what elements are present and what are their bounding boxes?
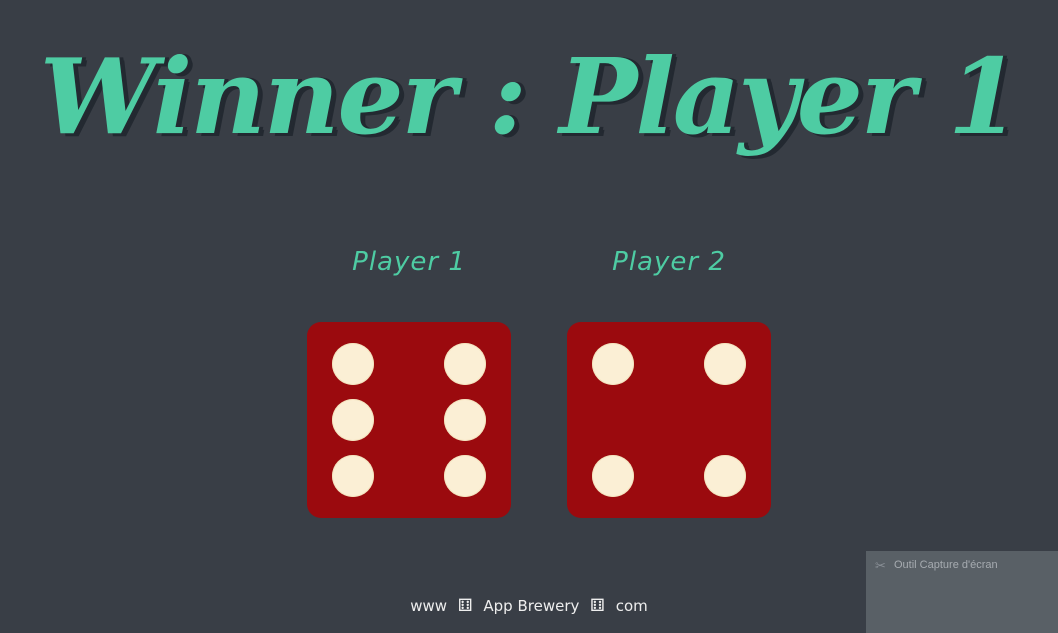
snipping-tool-icon: ✂	[875, 559, 886, 574]
die-pip	[444, 455, 486, 497]
die-pip	[332, 343, 374, 385]
die-pip	[444, 399, 486, 441]
footer-brand: App Brewery	[483, 597, 580, 615]
die-pip	[332, 455, 374, 497]
player-2-die	[567, 322, 771, 518]
winner-title: Winner : Player 1	[39, 35, 1021, 158]
snipping-tool-overlay[interactable]: ✂ Outil Capture d'écran	[866, 551, 1058, 633]
die-pip	[704, 455, 746, 497]
die-pip	[444, 343, 486, 385]
die-pip	[704, 343, 746, 385]
die-pip	[592, 343, 634, 385]
player-1-die	[307, 322, 511, 518]
die-icon: ⚅	[457, 596, 473, 616]
die-icon: ⚅	[590, 596, 605, 616]
footer-prefix: www	[410, 597, 448, 615]
player-1-label: Player 1	[352, 247, 466, 277]
die-pip	[332, 399, 374, 441]
snipping-tool-label: Outil Capture d'écran	[894, 559, 998, 571]
footer-suffix: com	[615, 597, 648, 615]
player-2-label: Player 2	[612, 247, 726, 277]
die-pip	[592, 455, 634, 497]
